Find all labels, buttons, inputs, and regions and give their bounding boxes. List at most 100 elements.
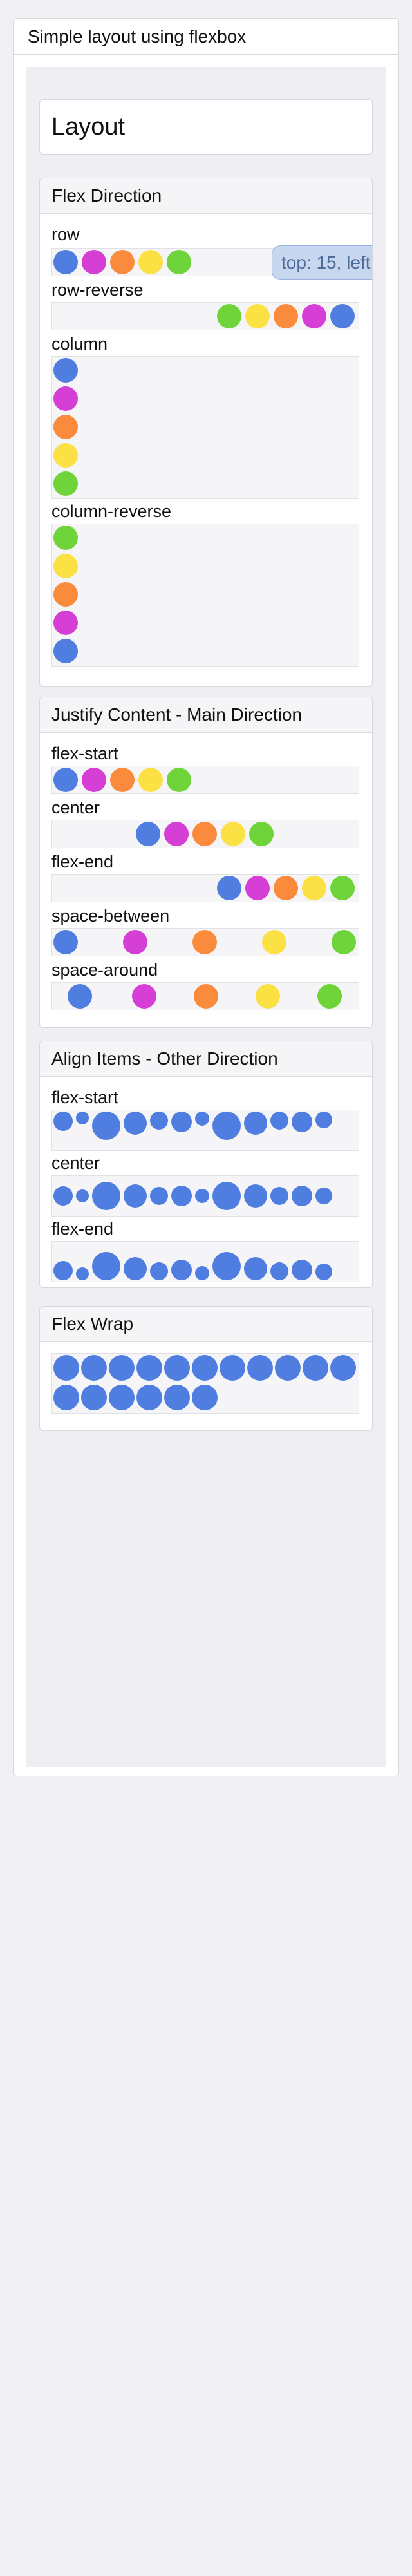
demo-circle [274, 876, 298, 900]
flex-wrap-section: Flex Wrap [39, 1306, 373, 1431]
demo-circle [249, 822, 274, 846]
section-title: Justify Content - Main Direction [40, 697, 372, 733]
demo-circle [171, 1260, 192, 1280]
position-tooltip: top: 15, left: 1 [272, 245, 372, 280]
demo-circle [53, 930, 78, 954]
demo-circle [315, 1188, 332, 1204]
demo-circle [302, 876, 326, 900]
demo-circle [212, 1182, 241, 1210]
demo-circle [212, 1112, 241, 1140]
justify-content-section: Justify Content - Main Direction flex-st… [39, 697, 373, 1028]
demo-circle [171, 1186, 192, 1206]
demo-circle [317, 984, 342, 1009]
demo-circle [192, 930, 217, 954]
demo-circle [195, 1189, 209, 1203]
align-flex-start-track [52, 1110, 359, 1151]
layout-title-card: Layout [39, 99, 373, 155]
demo-circle [221, 822, 245, 846]
flex-direction-section: Flex Direction row top: 15, left: 1 row-… [39, 178, 373, 687]
demo-circle [82, 768, 106, 792]
demo-circle [192, 822, 217, 846]
demo-circle [315, 1112, 332, 1128]
demo-circle [92, 1252, 120, 1280]
demo-circle [53, 471, 78, 496]
demo-circle [194, 984, 218, 1009]
justify-center-track [52, 820, 359, 848]
demo-circle [53, 358, 78, 383]
row-reverse-label: row-reverse [52, 280, 144, 299]
space-between-label: space-between [52, 906, 170, 925]
section-title: Flex Direction [40, 178, 372, 214]
demo-circle [53, 582, 78, 607]
align-center-track [52, 1175, 359, 1217]
demo-circle [132, 984, 156, 1009]
demo-circle [164, 822, 189, 846]
demo-circle [217, 876, 241, 900]
demo-circle [124, 1184, 147, 1208]
column-label: column [52, 334, 108, 354]
demo-circle [53, 1186, 73, 1206]
demo-circle [330, 876, 355, 900]
window-title: Simple layout using flexbox [14, 19, 398, 55]
column-reverse-label: column-reverse [52, 502, 172, 521]
demo-circle [245, 876, 270, 900]
demo-circle [150, 1187, 168, 1205]
demo-circle [164, 1355, 190, 1381]
flex-end-label: flex-end [52, 1219, 114, 1238]
section-title: Flex Wrap [40, 1307, 372, 1342]
demo-circle [244, 1112, 267, 1135]
demo-circle [270, 1187, 288, 1205]
demo-circle [217, 304, 241, 328]
demo-circle [192, 1355, 218, 1381]
demo-circle [76, 1189, 89, 1202]
demo-circle [247, 1355, 273, 1381]
demo-circle [167, 768, 191, 792]
demo-circle [270, 1262, 288, 1280]
demo-circle [292, 1260, 312, 1280]
demo-circle [53, 1112, 73, 1131]
demo-circle [136, 1355, 162, 1381]
demo-circle [262, 930, 286, 954]
demo-circle [195, 1112, 209, 1126]
demo-circle [53, 250, 78, 274]
demo-circle [256, 984, 280, 1009]
flex-wrap-track [52, 1353, 359, 1414]
center-label: center [52, 798, 100, 817]
demo-circle [330, 1355, 356, 1381]
demo-circle [53, 554, 78, 578]
demo-circle [109, 1355, 135, 1381]
demo-circle [275, 1355, 301, 1381]
app-window: Simple layout using flexbox Layout Flex … [13, 18, 399, 1776]
space-around-label: space-around [52, 960, 158, 980]
demo-circle [82, 250, 106, 274]
justify-space-between-track [52, 928, 359, 956]
content-area: Layout Flex Direction row top: 15, left:… [26, 67, 386, 1767]
demo-circle [136, 822, 160, 846]
demo-circle [270, 1112, 288, 1130]
demo-circle [53, 768, 78, 792]
flex-start-label: flex-start [52, 744, 118, 763]
demo-circle [212, 1252, 241, 1280]
justify-space-around-track [52, 982, 359, 1010]
justify-flex-start-track [52, 766, 359, 794]
section-title: Align Items - Other Direction [40, 1041, 372, 1077]
demo-circle [315, 1264, 332, 1280]
demo-circle [195, 1266, 209, 1280]
demo-circle [245, 304, 270, 328]
demo-circle [123, 930, 147, 954]
demo-circle [92, 1112, 120, 1140]
column-reverse-track [52, 524, 359, 667]
demo-circle [167, 250, 191, 274]
demo-circle [76, 1267, 89, 1280]
demo-circle [53, 415, 78, 439]
demo-circle [150, 1262, 168, 1280]
demo-circle [53, 1261, 73, 1280]
demo-circle [292, 1112, 312, 1132]
demo-circle [92, 1182, 120, 1210]
demo-circle [244, 1257, 267, 1280]
demo-circle [53, 639, 78, 663]
demo-circle [76, 1112, 89, 1124]
align-items-section: Align Items - Other Direction flex-start… [39, 1041, 373, 1288]
row-label: row [52, 225, 80, 244]
demo-circle [53, 386, 78, 411]
